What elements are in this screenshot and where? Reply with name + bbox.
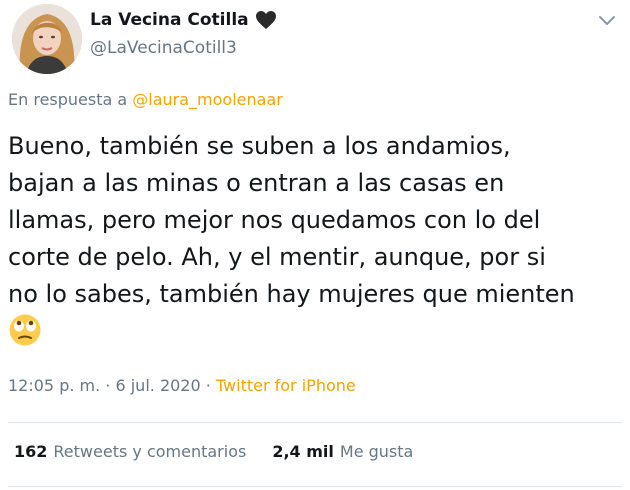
display-name[interactable]: La Vecina Cotilla — [90, 10, 249, 30]
divider — [8, 486, 622, 487]
divider — [8, 422, 622, 423]
likes-count: 2,4 mil — [272, 442, 334, 461]
likes-label: Me gusta — [339, 442, 414, 461]
tweet-header: La Vecina Cotilla @LaVecinaCotill3 — [10, 4, 620, 74]
retweets-count: 162 — [14, 442, 48, 461]
avatar[interactable] — [12, 4, 82, 74]
tweet-meta: 12:05 p. m. · 6 jul. 2020 · Twitter for … — [8, 376, 356, 395]
user-handle[interactable]: @LaVecinaCotill3 — [90, 38, 237, 58]
retweets-label: Retweets y comentarios — [53, 442, 247, 461]
rolling-eyes-emoji-icon — [8, 313, 42, 347]
name-row: La Vecina Cotilla — [90, 10, 277, 30]
reply-prefix: En respuesta a — [8, 90, 133, 109]
reply-mention-link[interactable]: @laura_moolenaar — [132, 90, 283, 109]
black-heart-icon — [255, 10, 277, 30]
tweet-source-link[interactable]: Twitter for iPhone — [216, 376, 356, 395]
tweet-body: Bueno, también se suben a los andamios, … — [8, 132, 575, 308]
meta-separator: · — [100, 376, 116, 395]
reply-context: En respuesta a @laura_moolenaar — [8, 90, 283, 109]
likes-stat[interactable]: 2,4 mil Me gusta — [272, 442, 413, 461]
retweets-stat[interactable]: 162 Retweets y comentarios — [14, 442, 246, 461]
tweet-stats: 162 Retweets y comentarios 2,4 mil Me gu… — [14, 442, 439, 461]
tweet-time[interactable]: 12:05 p. m. — [8, 376, 100, 395]
tweet-date[interactable]: 6 jul. 2020 — [115, 376, 200, 395]
tweet-text: Bueno, también se suben a los andamios, … — [8, 128, 616, 350]
meta-separator: · — [200, 376, 216, 395]
chevron-down-icon[interactable] — [598, 12, 616, 25]
tweet-card: La Vecina Cotilla @LaVecinaCotill3 En re… — [0, 0, 630, 490]
